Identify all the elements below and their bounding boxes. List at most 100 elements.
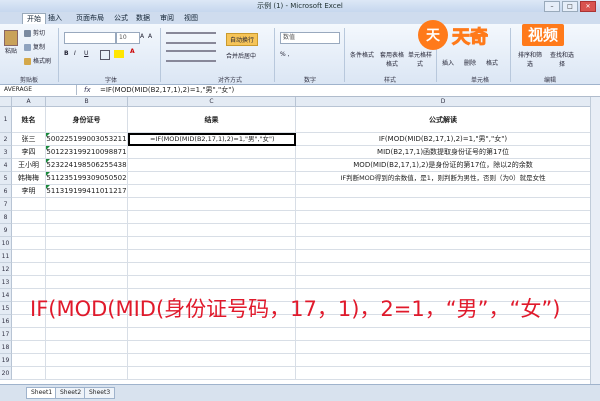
cut-button[interactable]: 剪切	[24, 28, 45, 37]
empty-cell[interactable]	[128, 341, 296, 354]
empty-cell[interactable]	[12, 367, 46, 380]
formula-input[interactable]: =IF(MOD(MID(B2,17,1),2)=1,"男","女")	[100, 85, 234, 95]
empty-cell[interactable]	[296, 211, 591, 224]
row-header[interactable]: 3	[0, 146, 12, 159]
result-cell[interactable]	[128, 146, 296, 159]
empty-cell[interactable]	[296, 198, 591, 211]
fx-icon[interactable]: fx	[84, 85, 91, 95]
name-cell[interactable]: 李明	[12, 185, 46, 198]
header-name-cell[interactable]: 姓名	[12, 107, 46, 133]
empty-cell[interactable]	[12, 237, 46, 250]
empty-cell[interactable]	[46, 250, 128, 263]
row-header[interactable]: 5	[0, 172, 12, 185]
column-header-a[interactable]: A	[12, 97, 46, 107]
row-header[interactable]: 17	[0, 328, 12, 341]
empty-cell[interactable]	[128, 276, 296, 289]
name-cell[interactable]: 李四	[12, 146, 46, 159]
maximize-button[interactable]: □	[562, 1, 578, 12]
empty-cell[interactable]	[296, 237, 591, 250]
empty-cell[interactable]	[46, 237, 128, 250]
shrink-font-icon[interactable]: A	[148, 33, 152, 40]
sheet-tab-1[interactable]: Sheet1	[26, 387, 58, 399]
result-cell[interactable]	[128, 159, 296, 172]
column-header-b[interactable]: B	[46, 97, 128, 107]
sheet-tab-3[interactable]: Sheet3	[84, 387, 116, 399]
underline-button[interactable]: U	[84, 50, 88, 57]
empty-cell[interactable]	[12, 211, 46, 224]
row-header[interactable]: 20	[0, 367, 12, 380]
empty-cell[interactable]	[12, 250, 46, 263]
row-header[interactable]: 15	[0, 302, 12, 315]
format-painter-button[interactable]: 格式刷	[24, 56, 51, 65]
row-header[interactable]: 4	[0, 159, 12, 172]
row-header[interactable]: 12	[0, 263, 12, 276]
conditional-format-button[interactable]: 条件格式	[348, 50, 376, 59]
empty-cell[interactable]	[12, 224, 46, 237]
select-all-corner[interactable]	[0, 97, 12, 107]
empty-cell[interactable]	[296, 263, 591, 276]
empty-cell[interactable]	[296, 276, 591, 289]
explain-cell[interactable]: IF判断MOD得到的余数值，是1，则判断为男性，否则（为0）就是女性	[296, 172, 591, 185]
empty-cell[interactable]	[46, 328, 128, 341]
empty-cell[interactable]	[12, 328, 46, 341]
explain-cell[interactable]: MOD(MID(B2,17,1),2)是身份证的第17位，除以2的余数	[296, 159, 591, 172]
id-cell[interactable]: 500225199003053211	[46, 133, 128, 146]
sort-filter-button[interactable]: 排序和筛选	[516, 50, 544, 68]
empty-cell[interactable]	[128, 211, 296, 224]
row-header[interactable]: 19	[0, 354, 12, 367]
id-cell[interactable]: 501223199210098871	[46, 146, 128, 159]
empty-cell[interactable]	[12, 263, 46, 276]
empty-cell[interactable]	[128, 224, 296, 237]
explain-cell[interactable]: MID(B2,17,1)函数提取身份证号的第17位	[296, 146, 591, 159]
format-cells-button[interactable]: 格式	[486, 58, 498, 67]
table-format-button[interactable]: 套用表格格式	[378, 50, 406, 68]
italic-button[interactable]: I	[74, 50, 76, 57]
empty-cell[interactable]	[296, 354, 591, 367]
row-header[interactable]: 8	[0, 211, 12, 224]
delete-cells-button[interactable]: 删除	[464, 58, 476, 67]
row-header[interactable]: 13	[0, 276, 12, 289]
font-size-box[interactable]: 10	[116, 32, 140, 44]
tab-page-layout[interactable]: 页面布局	[70, 13, 110, 24]
empty-cell[interactable]	[46, 211, 128, 224]
row-header[interactable]: 1	[0, 107, 12, 133]
id-cell[interactable]: 511319199411011217	[46, 185, 128, 198]
empty-cell[interactable]	[296, 250, 591, 263]
result-cell[interactable]	[128, 172, 296, 185]
tab-formulas[interactable]: 公式	[112, 13, 130, 24]
header-id-cell[interactable]: 身份证号	[46, 107, 128, 133]
empty-cell[interactable]	[46, 198, 128, 211]
grow-font-icon[interactable]: A	[140, 33, 144, 40]
row-header[interactable]: 11	[0, 250, 12, 263]
active-result-cell[interactable]: =IF(MOD(MID(B2,17,1),2)=1,"男","女")	[128, 133, 296, 146]
column-header-c[interactable]: C	[128, 97, 296, 107]
empty-cell[interactable]	[12, 341, 46, 354]
id-cell[interactable]: 523224198506255438	[46, 159, 128, 172]
vertical-scrollbar[interactable]	[590, 97, 600, 384]
empty-cell[interactable]	[128, 263, 296, 276]
empty-cell[interactable]	[128, 250, 296, 263]
name-cell[interactable]: 韩梅梅	[12, 172, 46, 185]
tab-insert[interactable]: 插入	[46, 13, 64, 24]
empty-cell[interactable]	[46, 263, 128, 276]
cell-style-button[interactable]: 单元格样式	[406, 50, 434, 68]
row-header[interactable]: 6	[0, 185, 12, 198]
empty-cell[interactable]	[46, 224, 128, 237]
percent-icon[interactable]: % ,	[280, 51, 290, 58]
empty-cell[interactable]	[128, 237, 296, 250]
wrap-text-button[interactable]: 自动换行	[226, 33, 259, 46]
find-select-button[interactable]: 查找和选择	[548, 50, 576, 68]
empty-cell[interactable]	[296, 224, 591, 237]
merge-center-button[interactable]: 合并后居中	[226, 51, 256, 60]
empty-cell[interactable]	[296, 328, 591, 341]
copy-button[interactable]: 复制	[24, 42, 45, 51]
fill-color-icon[interactable]	[114, 50, 124, 58]
number-format-select[interactable]: 数值	[280, 32, 340, 44]
empty-cell[interactable]	[128, 354, 296, 367]
empty-cell[interactable]	[46, 354, 128, 367]
row-header[interactable]: 18	[0, 341, 12, 354]
sheet-tab-2[interactable]: Sheet2	[55, 387, 87, 399]
bold-button[interactable]: B	[64, 50, 69, 57]
header-result-cell[interactable]: 结果	[128, 107, 296, 133]
tab-review[interactable]: 审阅	[158, 13, 176, 24]
